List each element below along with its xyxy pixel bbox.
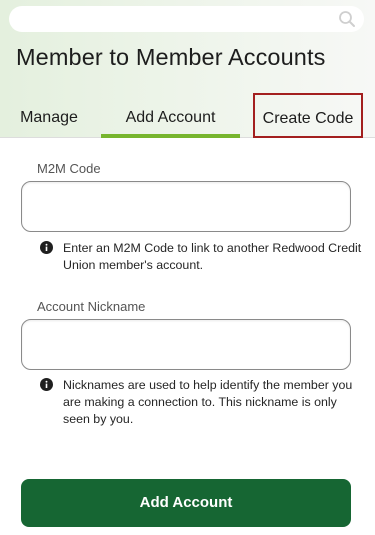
page-header: Member to Member Accounts Manage Add Acc…: [0, 0, 375, 138]
m2m-code-input[interactable]: [21, 181, 351, 232]
m2m-code-label: M2M Code: [37, 161, 101, 176]
tab-add-account[interactable]: Add Account: [101, 96, 240, 138]
info-icon: [40, 378, 53, 391]
tab-create-code[interactable]: Create Code: [253, 93, 363, 138]
search-icon[interactable]: [338, 10, 356, 28]
account-nickname-label: Account Nickname: [37, 299, 146, 314]
search-bar[interactable]: [9, 6, 364, 32]
account-nickname-hint-text: Nicknames are used to help identify the …: [63, 378, 353, 426]
active-tab-indicator: [101, 134, 240, 138]
page-title: Member to Member Accounts: [16, 44, 326, 70]
tab-add-account-label: Add Account: [125, 109, 216, 126]
m2m-code-hint-text: Enter an M2M Code to link to another Red…: [63, 241, 362, 272]
tab-manage[interactable]: Manage: [8, 96, 90, 138]
account-nickname-input[interactable]: [21, 319, 351, 370]
add-account-button[interactable]: Add Account: [21, 479, 351, 527]
info-icon: [40, 241, 53, 254]
